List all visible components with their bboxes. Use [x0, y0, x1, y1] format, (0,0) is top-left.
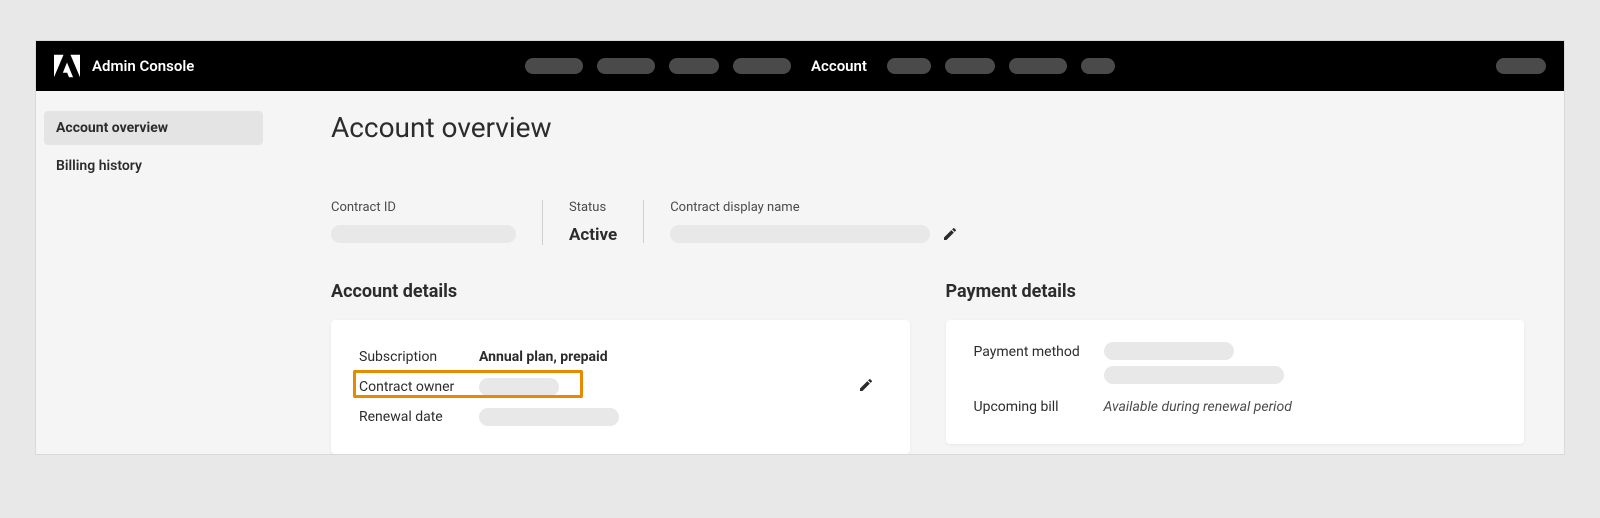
contract-owner-edit[interactable] — [858, 377, 874, 397]
topbar-right — [1386, 58, 1546, 74]
account-details-column: Account details Subscription Annual plan… — [331, 281, 910, 454]
sidebar-item-label: Account overview — [56, 120, 168, 136]
contract-display-name-cell: Contract display name — [643, 200, 984, 243]
nav-item-placeholder[interactable] — [669, 58, 719, 74]
nav-item-account[interactable]: Account — [805, 57, 873, 75]
renewal-date-value — [479, 408, 882, 426]
sidebar: Account overview Billing history — [36, 91, 271, 454]
payment-method-value-placeholder-2 — [1104, 366, 1284, 384]
subscription-value: Annual plan, prepaid — [479, 349, 882, 365]
renewal-date-label: Renewal date — [359, 409, 479, 425]
nav-item-placeholder[interactable] — [525, 58, 583, 74]
contract-display-name-label: Contract display name — [670, 200, 958, 215]
subscription-label: Subscription — [359, 349, 479, 365]
pencil-icon — [858, 377, 874, 393]
page-title: Account overview — [331, 111, 1524, 144]
pencil-icon[interactable] — [942, 226, 958, 242]
contract-status-label: Status — [569, 200, 617, 215]
payment-method-value-placeholder-1 — [1104, 342, 1234, 360]
contract-owner-value — [479, 378, 882, 396]
contract-display-name-value-placeholder — [670, 225, 930, 243]
payment-details-column: Payment details Payment method Upcoming … — [946, 281, 1525, 444]
topbar-action-placeholder[interactable] — [1496, 58, 1546, 74]
subscription-row: Subscription Annual plan, prepaid — [359, 342, 882, 372]
app-frame: Admin Console Account Account overview B… — [35, 40, 1565, 455]
contract-meta-row: Contract ID Status Active Contract displ… — [331, 200, 1524, 245]
upcoming-bill-row: Upcoming bill Available during renewal p… — [974, 392, 1497, 422]
nav-item-placeholder[interactable] — [887, 58, 931, 74]
contract-owner-row: Contract owner — [359, 372, 882, 402]
adobe-logo-icon — [54, 54, 80, 78]
app-name: Admin Console — [92, 57, 194, 75]
renewal-date-row: Renewal date — [359, 402, 882, 432]
payment-method-label: Payment method — [974, 342, 1104, 360]
body: Account overview Billing history Account… — [36, 91, 1564, 454]
topbar-nav: Account — [254, 57, 1386, 75]
contract-status-cell: Status Active — [542, 200, 643, 245]
payment-details-card: Payment method Upcoming bill Available d… — [946, 320, 1525, 444]
account-details-title: Account details — [331, 281, 910, 302]
renewal-date-value-placeholder — [479, 408, 619, 426]
brand-block: Admin Console — [54, 54, 254, 78]
payment-details-title: Payment details — [946, 281, 1525, 302]
contract-owner-value-placeholder — [479, 378, 559, 396]
upcoming-bill-value: Available during renewal period — [1104, 399, 1497, 415]
upcoming-bill-label: Upcoming bill — [974, 399, 1104, 415]
nav-item-placeholder[interactable] — [945, 58, 995, 74]
contract-id-label: Contract ID — [331, 200, 516, 215]
payment-method-value — [1104, 342, 1497, 384]
main: Account overview Contract ID Status Acti… — [271, 91, 1564, 454]
nav-item-placeholder[interactable] — [597, 58, 655, 74]
nav-item-placeholder[interactable] — [733, 58, 791, 74]
sidebar-item-account-overview[interactable]: Account overview — [44, 111, 263, 145]
contract-status-value: Active — [569, 225, 617, 245]
contract-id-value-placeholder — [331, 225, 516, 243]
account-details-card: Subscription Annual plan, prepaid Contra… — [331, 320, 910, 454]
detail-columns: Account details Subscription Annual plan… — [331, 281, 1524, 454]
contract-owner-label: Contract owner — [359, 379, 479, 395]
nav-item-placeholder[interactable] — [1081, 58, 1115, 74]
contract-id-cell: Contract ID — [331, 200, 542, 243]
payment-method-row: Payment method — [974, 342, 1497, 384]
topbar: Admin Console Account — [36, 41, 1564, 91]
sidebar-item-label: Billing history — [56, 158, 142, 174]
nav-item-placeholder[interactable] — [1009, 58, 1067, 74]
sidebar-item-billing-history[interactable]: Billing history — [44, 149, 263, 183]
